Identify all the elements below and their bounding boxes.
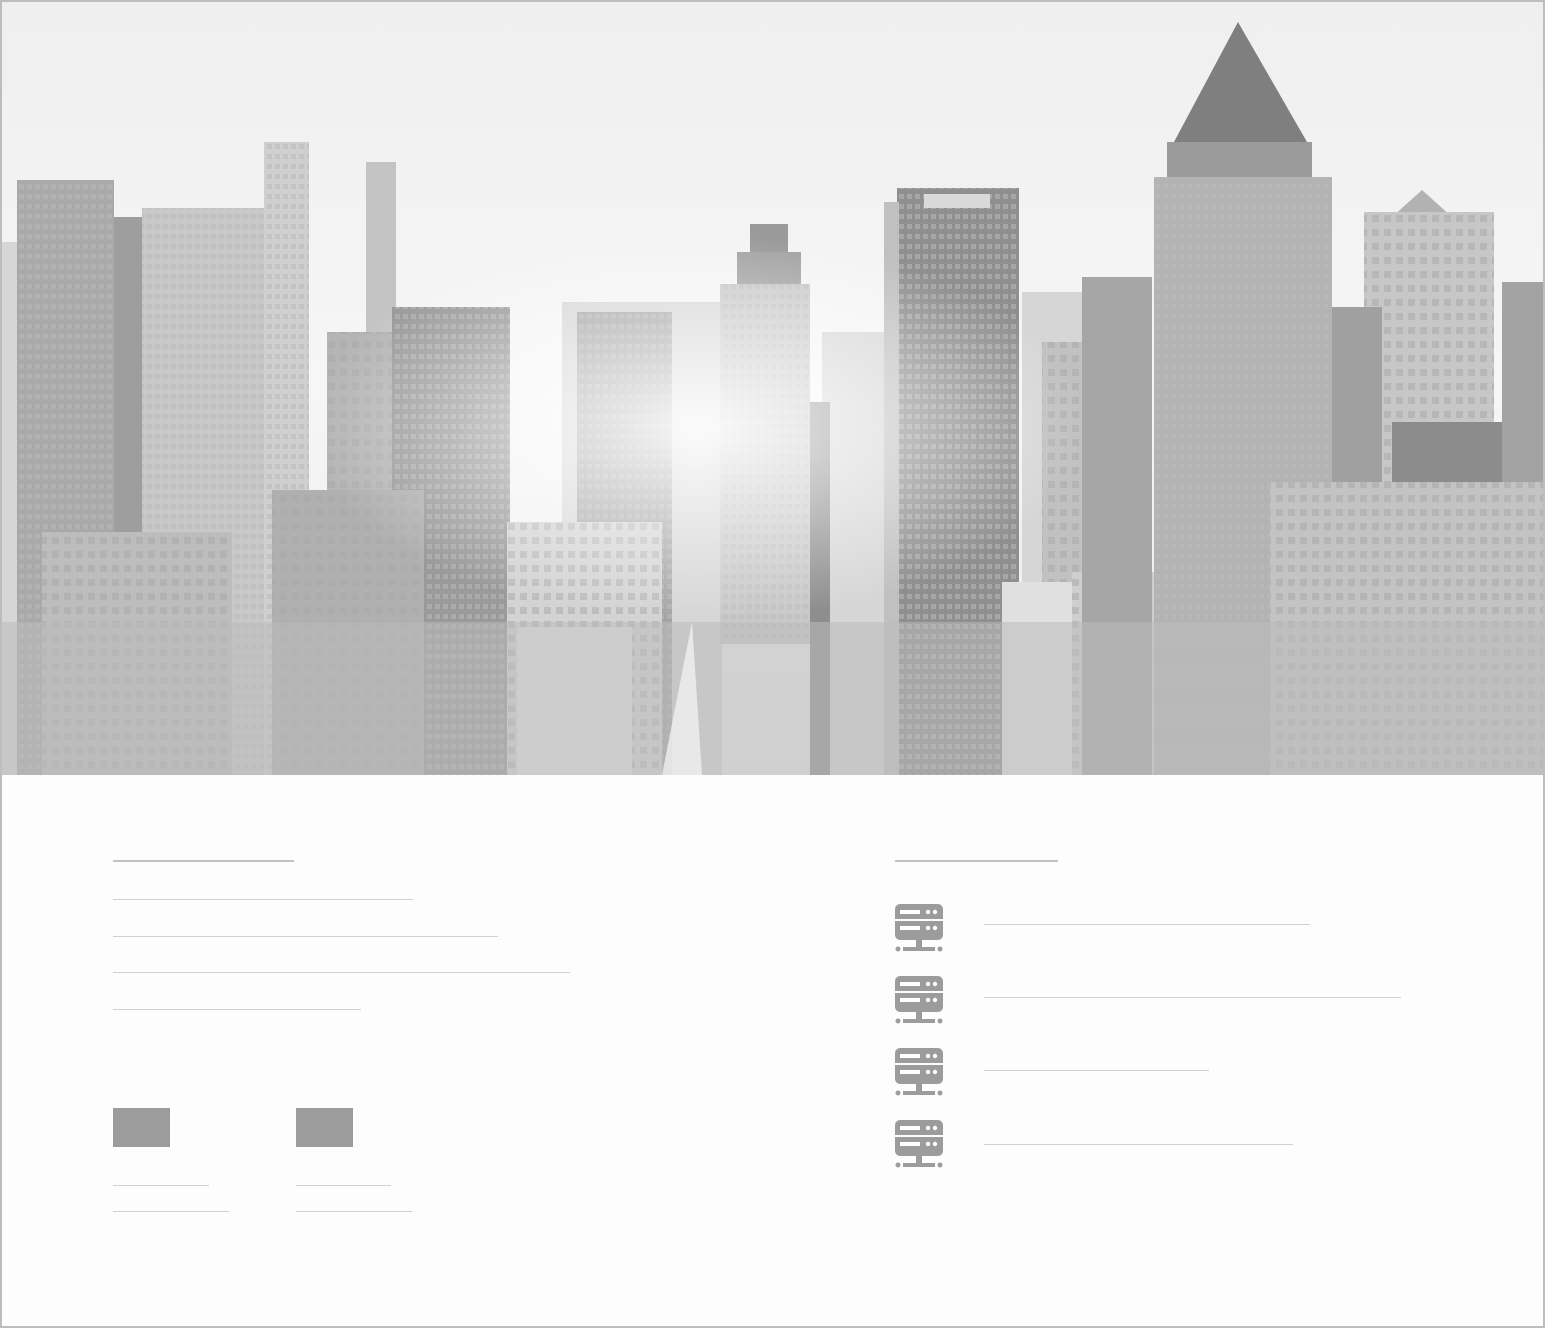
server-icon [893,974,945,1028]
hero-skyline-image [2,2,1543,775]
left-heading [113,860,294,862]
stat-sublabel [113,1211,229,1212]
paragraph-line [113,972,570,973]
paragraph-line [113,936,498,937]
service-item-label [984,1144,1293,1145]
server-icon [893,1046,945,1100]
service-item-label [984,997,1401,998]
stat-label [296,1185,391,1186]
paragraph-line [113,899,413,900]
stat-label [113,1185,209,1186]
service-item-label [984,924,1310,925]
stat-block-icon [296,1108,353,1147]
stat-sublabel [296,1211,412,1212]
right-heading [895,860,1058,862]
paragraph-line [113,1009,361,1010]
server-icon [893,902,945,956]
page [0,0,1545,1328]
stat-block-icon [113,1108,170,1147]
service-item-label [984,1070,1209,1071]
server-icon [893,1118,945,1172]
